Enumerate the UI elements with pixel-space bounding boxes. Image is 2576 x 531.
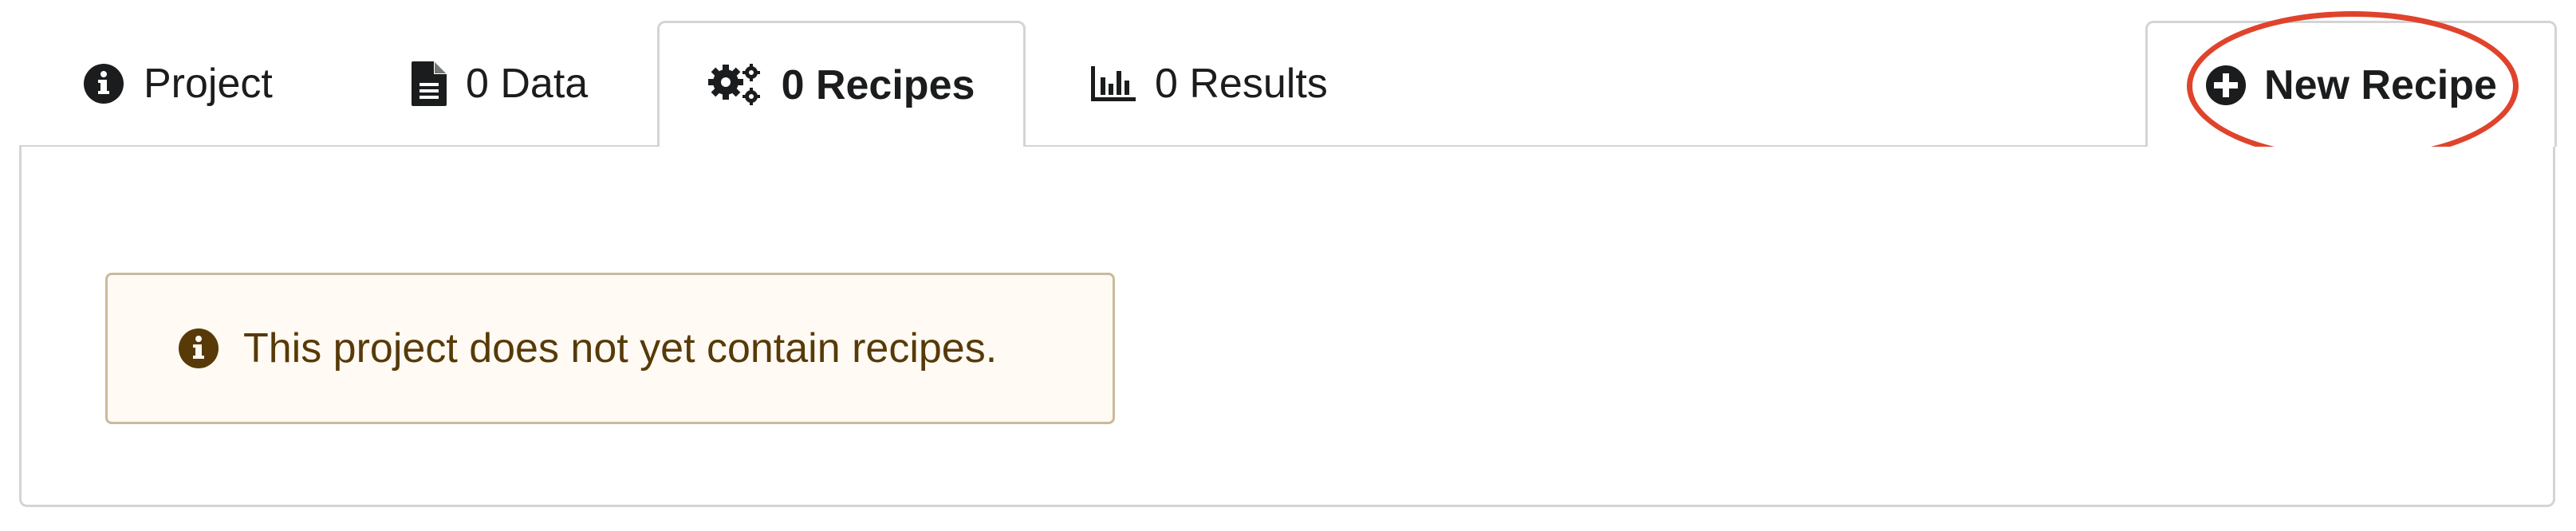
tab-project[interactable]: Project (83, 21, 273, 147)
bar-chart-icon (1091, 66, 1136, 101)
empty-recipes-message: This project does not yet contain recipe… (105, 273, 1115, 424)
info-circle-icon (178, 328, 219, 369)
tab-results[interactable]: 0 Results (1091, 21, 1328, 147)
gears-icon (707, 63, 762, 108)
plus-circle-icon (2205, 65, 2247, 106)
empty-recipes-message-text: This project does not yet contain recipe… (243, 325, 998, 372)
tab-recipes-label: 0 Recipes (781, 61, 975, 108)
tab-data[interactable]: 0 Data (412, 21, 588, 147)
new-recipe-button[interactable]: New Recipe (2145, 21, 2557, 147)
info-circle-icon (83, 63, 124, 104)
tab-results-label: 0 Results (1155, 61, 1328, 107)
tab-project-label: Project (144, 61, 273, 107)
file-icon (412, 61, 447, 106)
tab-recipes[interactable]: 0 Recipes (657, 21, 1026, 147)
tab-data-label: 0 Data (466, 61, 589, 107)
new-recipe-label: New Recipe (2264, 61, 2497, 108)
project-view: Project 0 Data 0 Recipes 0 Results New R… (0, 0, 2576, 531)
